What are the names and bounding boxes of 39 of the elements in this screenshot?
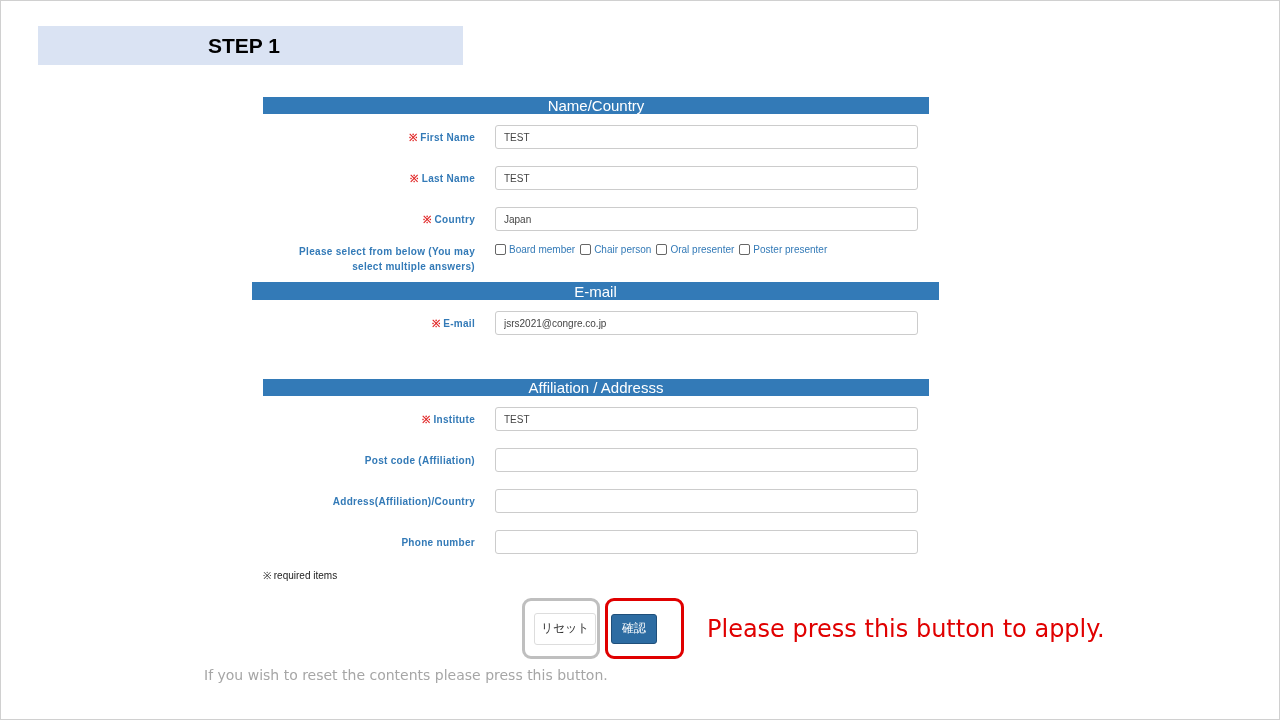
field-label: Institute: [433, 413, 475, 425]
text-field[interactable]: TEST: [495, 166, 918, 190]
field-label: Please select from below (You may select multiple answers): [299, 246, 475, 272]
step-banner: STEP 1: [38, 26, 463, 65]
checkbox[interactable]: [739, 244, 751, 255]
field-label: First Name: [420, 131, 475, 143]
hint-text: If you wish to reset the contents please press this button.: [204, 667, 608, 683]
text-field[interactable]: [495, 448, 918, 472]
text-field[interactable]: [495, 489, 918, 513]
field-label: Last Name: [421, 172, 475, 184]
reset-button[interactable]: リセット: [534, 612, 596, 645]
required-mark: ※: [410, 172, 419, 184]
section-header: E-mail: [252, 282, 939, 300]
text-field[interactable]: jsrs2021@congre.co.jp: [495, 311, 918, 335]
checkbox-label: Board member: [509, 244, 576, 255]
required-mark: ※: [431, 317, 441, 329]
section-header: Affiliation / Addresss: [263, 379, 929, 396]
field-label: Phone number: [401, 536, 475, 548]
text-field[interactable]: [495, 530, 918, 554]
field-label: E-mail: [443, 317, 475, 329]
text-field[interactable]: TEST: [495, 407, 918, 431]
required-note: ※ required items: [263, 569, 339, 582]
required-mark: ※: [408, 131, 418, 143]
confirm-button[interactable]: 確認: [611, 613, 657, 644]
checkbox-label: Chair person: [594, 244, 652, 255]
callout-text: Please press this button to apply.: [707, 614, 1105, 643]
checkbox-label: Oral presenter: [670, 244, 735, 255]
text-field[interactable]: Japan: [495, 207, 918, 231]
field-label: Post code (Affiliation): [364, 454, 475, 466]
field-label: Address(Affiliation)/Country: [332, 495, 475, 507]
text-field[interactable]: TEST: [495, 125, 918, 149]
required-mark: ※: [422, 413, 431, 425]
checkbox[interactable]: [580, 244, 592, 255]
field-label: Country: [434, 213, 475, 225]
checkbox[interactable]: [495, 244, 506, 255]
checkbox-label: Poster presenter: [753, 244, 828, 255]
section-header: Name/Country: [263, 97, 929, 114]
required-mark: ※: [423, 213, 432, 225]
checkbox[interactable]: [656, 244, 668, 255]
